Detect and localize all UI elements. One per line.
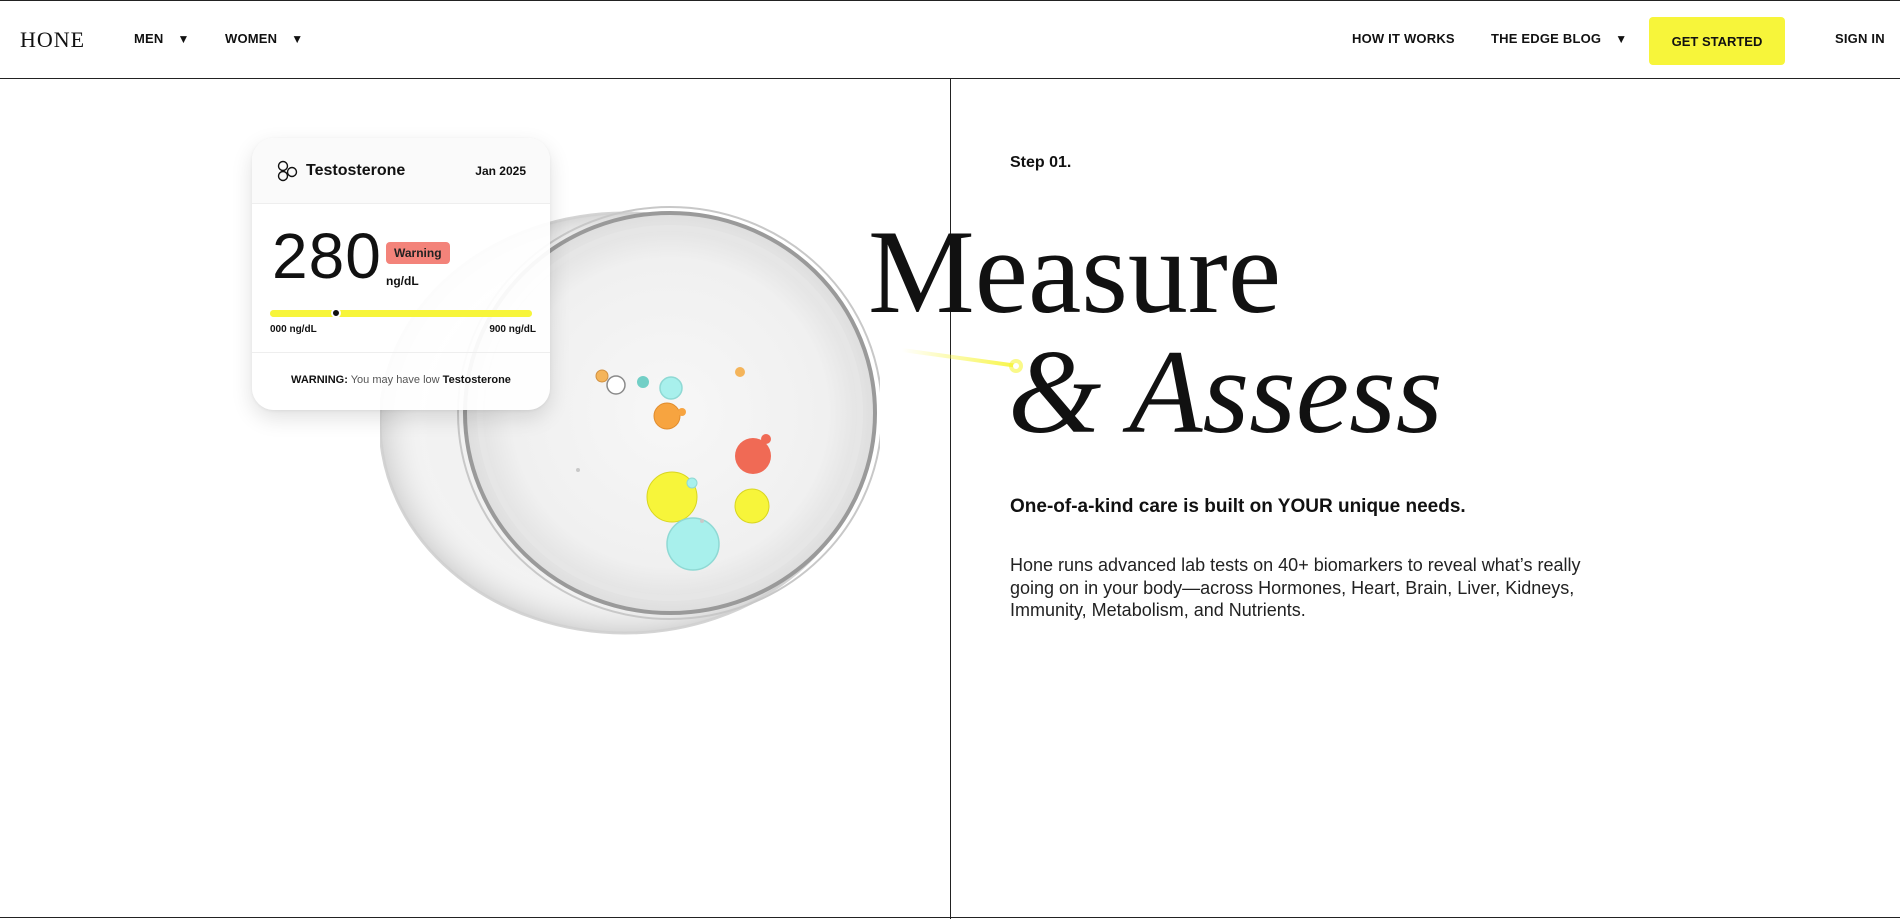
sign-in-label: SIGN IN (1835, 31, 1885, 46)
biomarker-value: 280 (272, 220, 382, 292)
nav-edge-blog-label: THE EDGE BLOG (1491, 31, 1602, 46)
range-high-label: 900 ng/dL (489, 324, 536, 335)
card-footer-message: WARNING: You may have low Testosterone (252, 374, 550, 386)
chevron-down-icon: ▼ (177, 31, 190, 46)
footer-biomarker: Testosterone (442, 374, 511, 386)
nav-women[interactable]: WOMEN ▼ (225, 31, 303, 46)
chevron-down-icon: ▼ (1615, 31, 1628, 46)
nav-how-it-works-label: HOW IT WORKS (1352, 31, 1455, 46)
biomarker-card: Testosterone Jan 2025 280 Warning ng/dL … (252, 138, 550, 410)
nav-edge-blog[interactable]: THE EDGE BLOG ▼ (1491, 31, 1627, 46)
hone-logo[interactable]: HONE (20, 27, 85, 53)
nav-how-it-works[interactable]: HOW IT WORKS (1352, 31, 1455, 46)
biomarker-unit: ng/dL (386, 274, 419, 288)
chevron-down-icon: ▼ (291, 31, 304, 46)
nav-women-label: WOMEN (225, 31, 278, 46)
molecule-icon (277, 160, 298, 181)
card-title: Testosterone (306, 161, 406, 179)
footer-warning-label: WARNING: (291, 374, 348, 386)
footer-text: You may have low (347, 374, 443, 386)
nav-men-label: MEN (134, 31, 164, 46)
bottom-border (0, 917, 1900, 918)
sign-in-link[interactable]: SIGN IN (1835, 31, 1885, 46)
range-low-label: 000 ng/dL (270, 324, 317, 335)
lead-text: One-of-a-kind care is built on YOUR uniq… (1010, 496, 1466, 517)
step-label: Step 01. (1010, 154, 1072, 171)
card-divider (252, 352, 550, 353)
headline-measure: Measure (868, 205, 1282, 338)
body-text: Hone runs advanced lab tests on 40+ biom… (1010, 555, 1581, 620)
card-header: Testosterone Jan 2025 (252, 138, 550, 204)
site-header: HONE MEN ▼ WOMEN ▼ HOW IT WORKS THE EDGE… (0, 0, 1900, 79)
level-marker (330, 308, 341, 318)
level-track (270, 308, 532, 318)
nav-men[interactable]: MEN ▼ (134, 31, 190, 46)
level-fill (270, 310, 532, 317)
headline-assess: & Assess (1008, 325, 1443, 458)
get-started-button[interactable]: GET STARTED (1649, 17, 1785, 65)
card-date: Jan 2025 (475, 163, 526, 178)
warning-badge: Warning (386, 242, 450, 264)
